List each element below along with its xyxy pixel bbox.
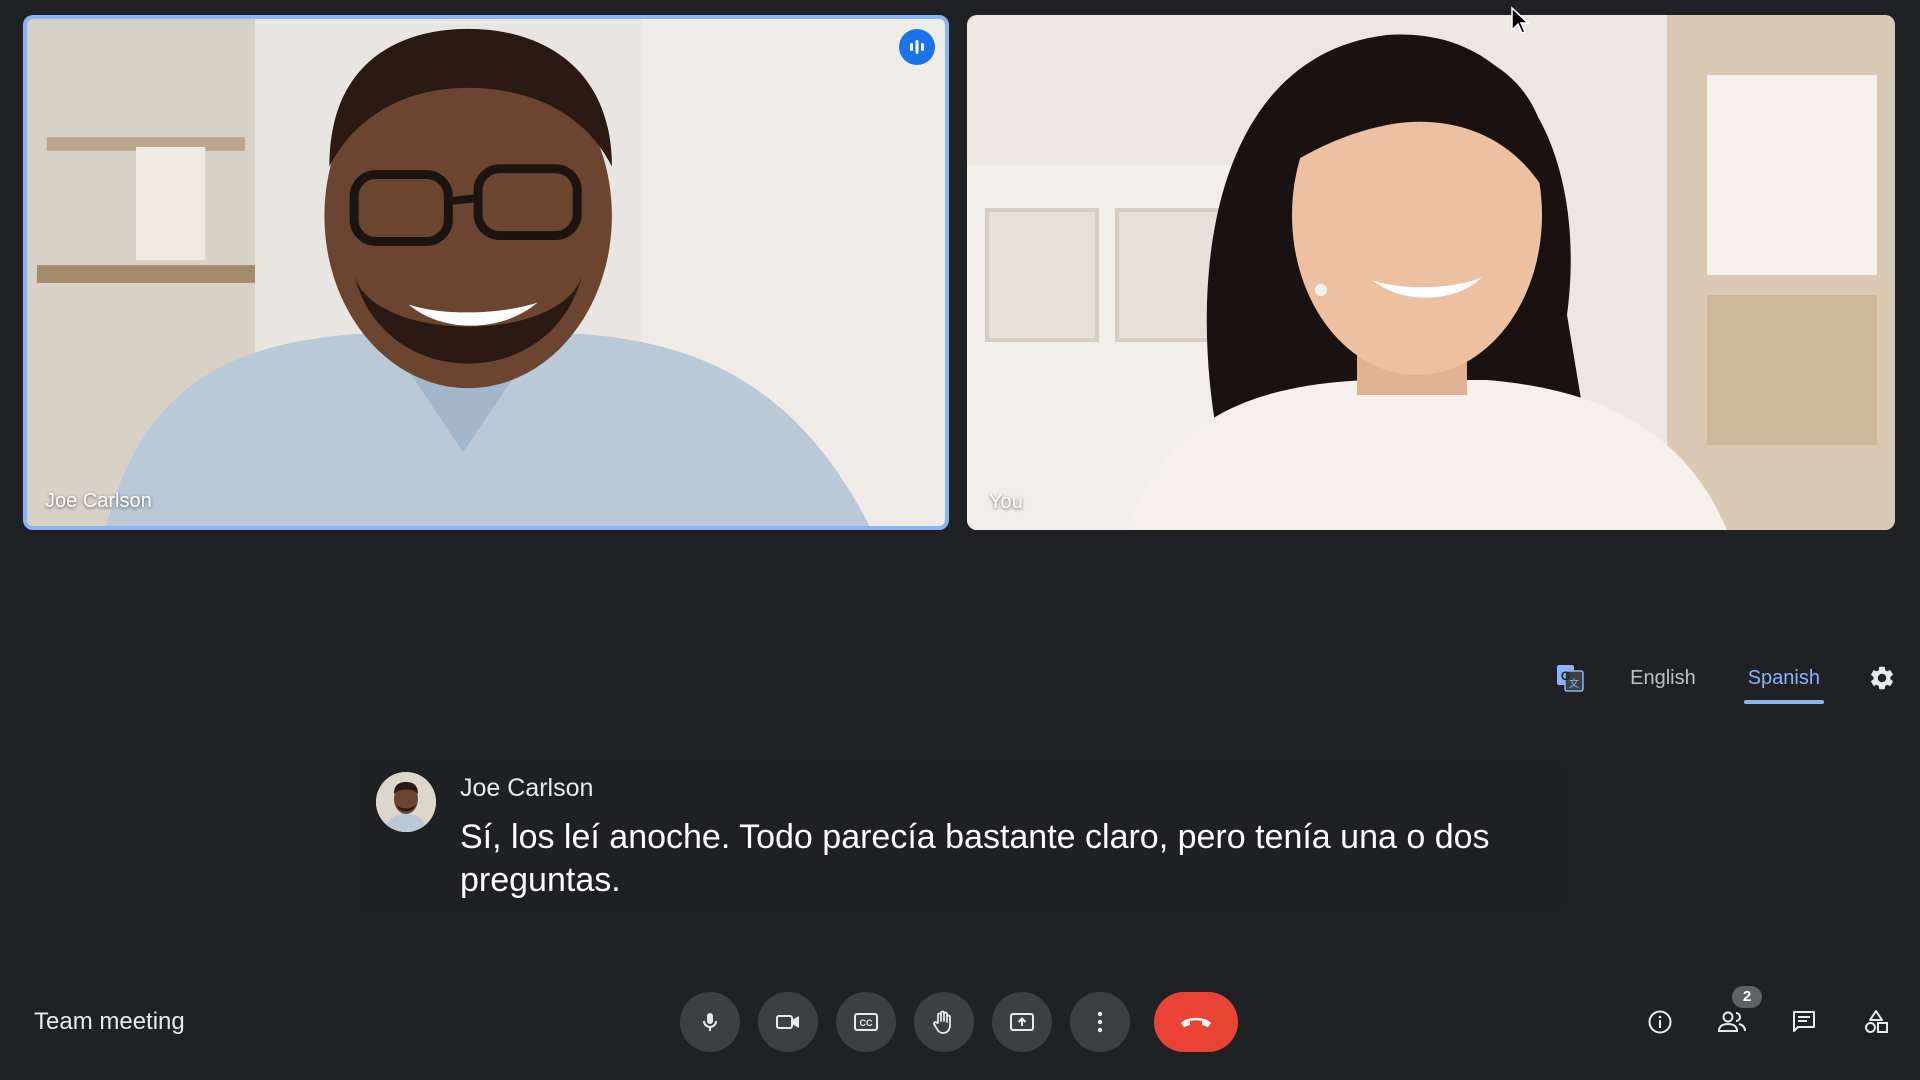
participant-name: You	[989, 491, 1023, 513]
microphone-icon	[703, 1013, 717, 1031]
caption-settings-gear-icon[interactable]	[1864, 660, 1900, 696]
closed-captions-icon: CC	[854, 1013, 878, 1031]
translate-icon: G 文	[1554, 662, 1586, 694]
call-controls: CC	[680, 992, 1256, 1052]
participant-video-you	[967, 15, 1895, 530]
participant-name: Joe Carlson	[45, 490, 152, 512]
more-options-icon	[1097, 1011, 1103, 1033]
end-call-button[interactable]	[1154, 992, 1238, 1052]
avatar	[376, 772, 436, 832]
meeting-details-button[interactable]	[1636, 998, 1684, 1046]
chat-icon	[1793, 1011, 1815, 1032]
meeting-tools: 2	[1612, 986, 1900, 1046]
caption-language-english[interactable]: English	[1622, 659, 1704, 698]
meet-window: Joe Carlson You G 文 English Spanish Joe …	[0, 0, 1920, 1080]
caption-text: Sí, los leí anoche. Todo parecía bastant…	[460, 818, 1490, 899]
camera-button[interactable]	[758, 992, 818, 1052]
mouse-cursor-icon	[1511, 6, 1530, 34]
svg-text:文: 文	[1569, 677, 1579, 690]
video-tile-you[interactable]: You	[967, 15, 1895, 530]
meeting-title: Team meeting	[34, 1008, 185, 1035]
present-screen-icon	[1010, 1013, 1034, 1031]
captions-button[interactable]: CC	[836, 992, 896, 1052]
live-caption: Joe Carlson Sí, los leí anoche. Todo par…	[362, 760, 1562, 910]
more-options-button[interactable]	[1070, 992, 1130, 1052]
end-call-icon	[1181, 1017, 1211, 1027]
caption-speaker-name: Joe Carlson	[460, 774, 594, 802]
info-icon	[1648, 1010, 1672, 1034]
caption-language-spanish[interactable]: Spanish	[1740, 659, 1828, 704]
people-button[interactable]: 2	[1708, 986, 1762, 1046]
video-tile-joe-carlson[interactable]: Joe Carlson	[23, 15, 949, 530]
camera-icon	[776, 1015, 799, 1029]
microphone-button[interactable]	[680, 992, 740, 1052]
speaking-indicator-icon	[899, 29, 935, 65]
present-screen-button[interactable]	[992, 992, 1052, 1052]
activities-button[interactable]	[1852, 998, 1900, 1046]
raise-hand-icon	[933, 1010, 951, 1034]
people-count-badge: 2	[1732, 986, 1762, 1008]
svg-text:CC: CC	[860, 1018, 873, 1028]
chat-button[interactable]	[1780, 998, 1828, 1046]
participant-video-joe	[27, 19, 945, 526]
caption-language-bar: G 文 English Spanish	[1554, 656, 1900, 704]
raise-hand-button[interactable]	[914, 992, 974, 1052]
activities-icon	[1865, 1010, 1888, 1033]
people-icon	[1717, 1011, 1746, 1032]
